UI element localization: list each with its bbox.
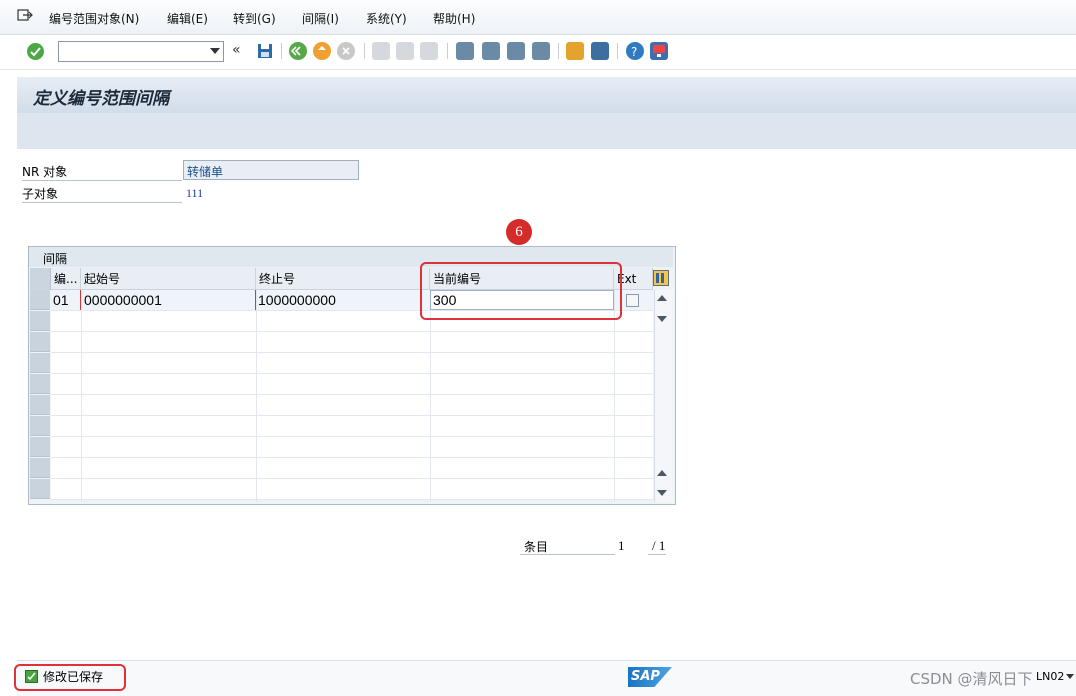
row-selector[interactable] (30, 332, 50, 352)
watermark: CSDN @清风日下 (910, 670, 1033, 688)
divider (22, 202, 182, 203)
entries-total: / 1 (652, 538, 666, 553)
row-selector[interactable] (30, 479, 50, 499)
row-selector[interactable] (30, 353, 50, 373)
enter-check-icon[interactable] (27, 43, 44, 60)
row-selector[interactable] (30, 395, 50, 415)
menu-item-help[interactable]: 帮助(H) (433, 10, 475, 27)
nav-back-double-icon[interactable]: « (232, 42, 241, 58)
menu-exit-icon[interactable] (17, 8, 33, 22)
print-icon[interactable] (372, 42, 390, 60)
find-next-icon[interactable] (420, 42, 438, 60)
table-row (51, 374, 653, 395)
scroll-page-down-icon[interactable] (657, 316, 667, 322)
table-row (51, 395, 653, 416)
scroll-up-icon[interactable] (657, 295, 667, 301)
left-margin (0, 70, 17, 660)
column-divider (81, 290, 82, 502)
table-row (51, 458, 653, 479)
column-header-to[interactable]: 终止号 (256, 268, 430, 290)
row-selector[interactable] (30, 374, 50, 394)
menu-bar: 编号范围对象(N) 编辑(E) 转到(G) 间隔(I) 系统(Y) 帮助(H) (0, 0, 1076, 35)
last-page-icon[interactable] (532, 42, 550, 60)
table-row (51, 479, 653, 500)
command-field[interactable] (58, 41, 224, 62)
system-dropdown-icon[interactable] (1066, 674, 1074, 679)
subobject-value: 111 (186, 186, 204, 200)
create-session-icon[interactable] (566, 42, 584, 60)
divider (648, 554, 666, 555)
column-divider (614, 290, 615, 502)
column-divider (256, 290, 257, 502)
menu-item-interval[interactable]: 间隔(I) (302, 10, 339, 27)
row-selector[interactable] (30, 311, 50, 331)
ext-checkbox[interactable] (626, 294, 639, 307)
find-icon[interactable] (396, 42, 414, 60)
scroll-page-up-icon[interactable] (657, 470, 667, 476)
exit-icon[interactable] (313, 42, 331, 60)
divider (520, 554, 615, 555)
page-title: 定义编号范围间隔 (33, 89, 169, 109)
nr-object-value: 转储单 (187, 165, 224, 179)
menu-item-object[interactable]: 编号范围对象(N) (49, 10, 139, 27)
first-page-icon[interactable] (456, 42, 474, 60)
cell-to: 1000000000 (258, 292, 336, 308)
save-icon[interactable] (256, 42, 274, 60)
select-all-corner[interactable] (30, 268, 51, 290)
row-selector[interactable] (30, 437, 50, 457)
table-settings-icon[interactable] (653, 270, 669, 286)
cell-from: 0000000001 (84, 292, 162, 308)
step-badge: 6 (506, 219, 532, 245)
next-page-icon[interactable] (507, 42, 525, 60)
row-selector[interactable] (30, 290, 50, 310)
to-number-input[interactable]: 1000000000 (256, 290, 430, 310)
cell-number: 01 (53, 292, 69, 308)
help-icon[interactable]: ? (626, 42, 644, 60)
nr-object-field: 转储单 (183, 160, 359, 180)
row-selector[interactable] (30, 416, 50, 436)
highlight-status (14, 664, 126, 691)
table-title: 间隔 (43, 252, 68, 266)
table-row (51, 416, 653, 437)
customize-layout-icon[interactable] (650, 42, 668, 60)
menu-item-edit[interactable]: 编辑(E) (167, 10, 208, 27)
svg-text:?: ? (631, 45, 637, 59)
divider (22, 180, 182, 181)
highlight-current-number (420, 262, 622, 320)
table-row (51, 332, 653, 353)
title-band (17, 77, 1076, 113)
from-number-input[interactable]: 0000000001 (80, 290, 256, 310)
table-row (51, 353, 653, 374)
system-info[interactable]: LN02 (1036, 670, 1064, 683)
column-header-from[interactable]: 起始号 (81, 268, 256, 290)
shortcut-icon[interactable] (591, 42, 609, 60)
menu-item-goto[interactable]: 转到(G) (233, 10, 276, 27)
entries-current: 1 (618, 538, 625, 553)
sap-logo-text: SAP (631, 669, 660, 684)
subobject-label: 子对象 (22, 187, 59, 201)
entries-label: 条目 (524, 540, 549, 554)
scroll-down-icon[interactable] (657, 490, 667, 496)
row-selector[interactable] (30, 458, 50, 478)
column-divider (430, 290, 431, 502)
dropdown-arrow-icon[interactable] (210, 48, 220, 54)
column-header-number[interactable]: 编... (51, 268, 81, 290)
previous-page-icon[interactable] (482, 42, 500, 60)
back-icon[interactable] (289, 42, 307, 60)
toolbar: « ? (0, 35, 1076, 70)
application-toolbar (17, 113, 1076, 149)
cancel-icon[interactable] (337, 42, 355, 60)
menu-item-system[interactable]: 系统(Y) (366, 10, 407, 27)
table-row (51, 437, 653, 458)
nr-object-label: NR 对象 (22, 165, 68, 179)
